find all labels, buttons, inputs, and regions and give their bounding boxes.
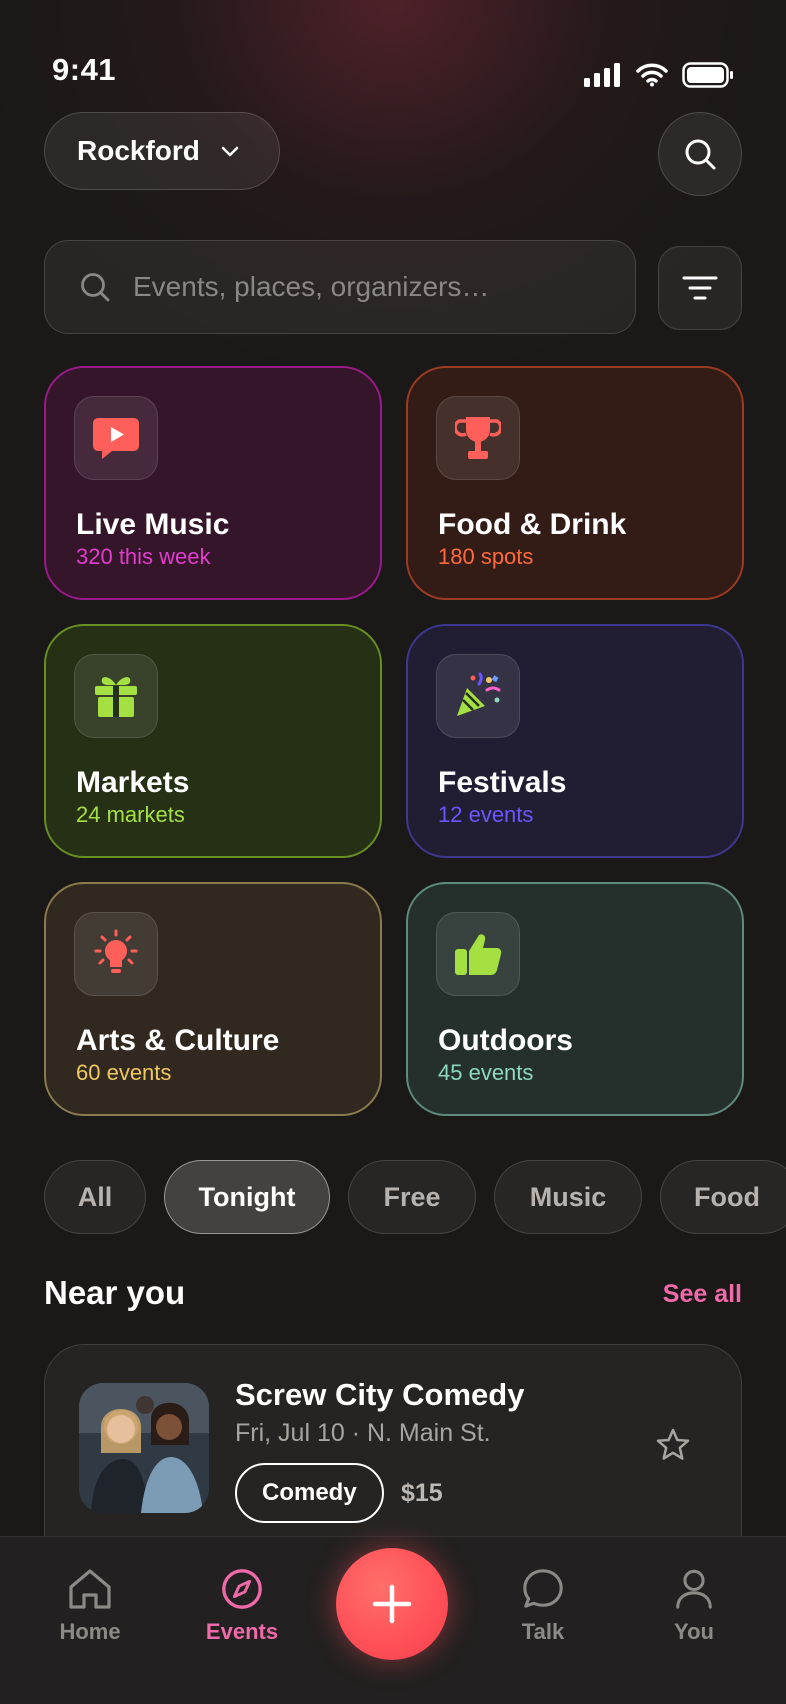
wifi-icon (636, 63, 668, 87)
trophy-icon (455, 417, 501, 459)
party-popper-icon (457, 672, 501, 716)
video-chat-icon (93, 418, 139, 459)
category-subtitle: 180 spots (438, 544, 534, 569)
category-icon-tile (436, 396, 520, 480)
category-icon-tile (74, 912, 158, 996)
tab-you[interactable]: You (634, 1567, 754, 1645)
see-all-link[interactable]: See all (663, 1280, 742, 1309)
chip-food[interactable]: Food (660, 1160, 786, 1234)
category-card-arts-culture[interactable]: Arts & Culture 60 events (44, 882, 382, 1116)
create-button[interactable] (336, 1548, 448, 1660)
tab-talk[interactable]: Talk (483, 1567, 603, 1645)
signal-icon (584, 63, 620, 87)
category-card-festivals[interactable]: Festivals 12 events (406, 624, 744, 858)
battery-icon (682, 62, 733, 88)
category-title: Arts & Culture (76, 1024, 280, 1057)
tab-label: Events (205, 1619, 279, 1644)
user-icon (676, 1569, 712, 1609)
compass-icon (222, 1569, 262, 1609)
event-thumbnail (79, 1383, 209, 1513)
category-subtitle: 60 events (76, 1060, 172, 1085)
category-subtitle: 24 markets (76, 802, 185, 827)
event-meta: Fri, Jul 10 · N. Main St. (235, 1419, 491, 1447)
category-icon-tile (74, 396, 158, 480)
category-card-outdoors[interactable]: Outdoors 45 events (406, 882, 744, 1116)
category-icon-tile (436, 654, 520, 738)
status-time: 9:41 (52, 52, 117, 87)
category-subtitle: 320 this week (76, 544, 211, 569)
search-icon (685, 139, 716, 170)
chip-all[interactable]: All (44, 1160, 146, 1234)
search-bar (44, 240, 636, 334)
chip-tonight[interactable]: Tonight (164, 1160, 330, 1234)
category-subtitle: 12 events (438, 802, 534, 827)
search-input[interactable] (133, 271, 603, 303)
category-title: Outdoors (438, 1024, 573, 1057)
category-title: Markets (76, 766, 190, 799)
category-title: Live Music (76, 508, 230, 541)
chat-bubble-icon (523, 1569, 563, 1608)
filter-button[interactable] (658, 246, 742, 330)
chip-music[interactable]: Music (494, 1160, 642, 1234)
status-bar: 9:41 (52, 52, 734, 92)
search-button[interactable] (658, 112, 742, 196)
chip-free[interactable]: Free (348, 1160, 476, 1234)
tab-label: Home (59, 1619, 121, 1644)
home-icon (69, 1569, 111, 1609)
tab-label: You (674, 1619, 714, 1644)
tab-label: Talk (521, 1619, 565, 1644)
category-subtitle: 45 events (438, 1060, 534, 1085)
category-card-live-music[interactable]: Live Music 320 this week (44, 366, 382, 600)
search-icon (81, 273, 110, 302)
filter-icon (682, 276, 718, 300)
category-icon-tile (436, 912, 520, 996)
tab-events[interactable]: Events (182, 1567, 302, 1645)
star-icon[interactable] (655, 1427, 691, 1463)
thumbs-up-icon (455, 934, 502, 975)
gift-icon (95, 677, 137, 717)
plus-icon (372, 1584, 412, 1624)
event-price: $15 (401, 1479, 443, 1507)
category-title: Food & Drink (438, 508, 627, 541)
location-selector[interactable]: Rockford (44, 112, 280, 190)
location-label: Rockford (77, 135, 200, 166)
lightbulb-icon (94, 929, 138, 973)
section-title: Near you (44, 1274, 186, 1311)
event-name: Screw City Comedy (235, 1377, 525, 1412)
tab-home[interactable]: Home (30, 1567, 150, 1645)
event-tag[interactable]: Comedy (235, 1463, 384, 1523)
category-card-markets[interactable]: Markets 24 markets (44, 624, 382, 858)
category-icon-tile (74, 654, 158, 738)
category-card-food-drink[interactable]: Food & Drink 180 spots (406, 366, 744, 600)
chevron-down-icon (221, 146, 239, 157)
status-icons (584, 62, 734, 88)
category-title: Festivals (438, 766, 567, 799)
